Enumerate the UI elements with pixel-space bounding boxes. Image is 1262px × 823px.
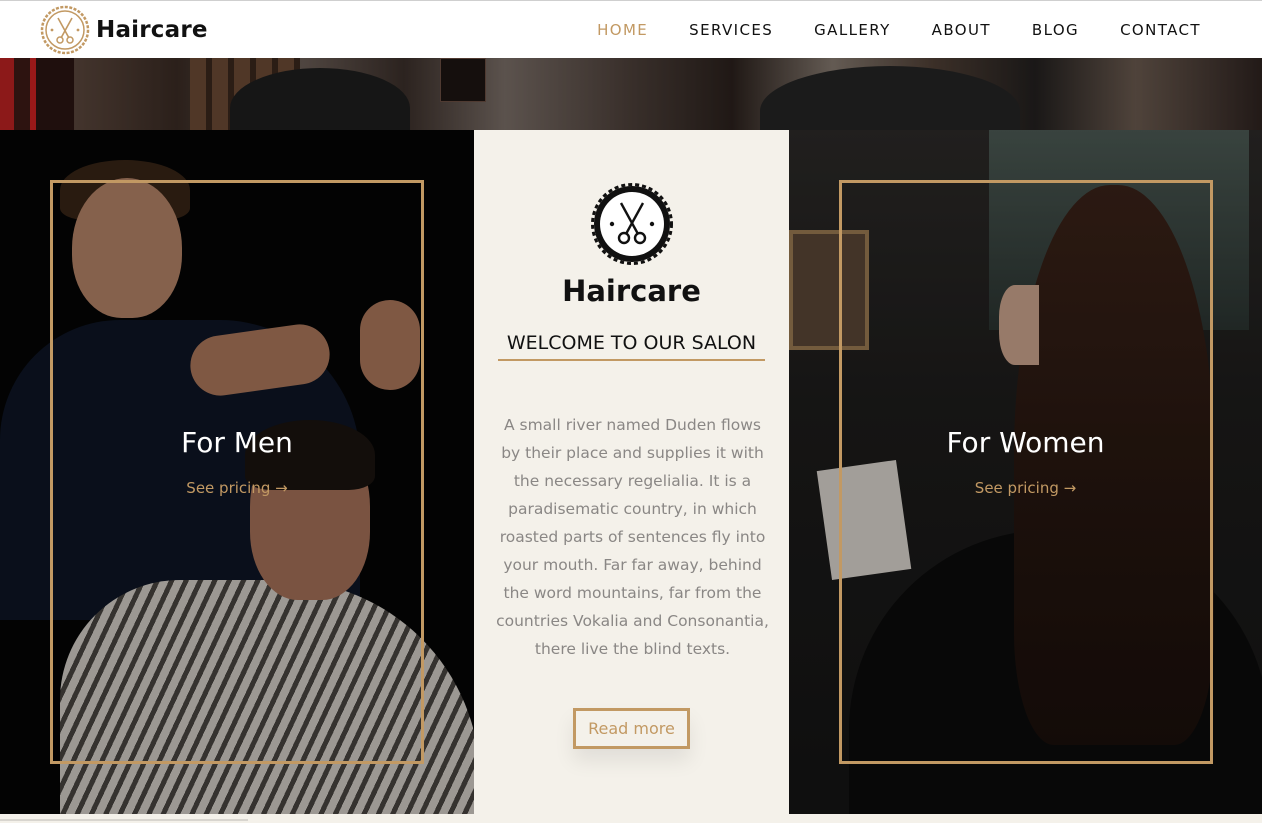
hero-image-strip bbox=[0, 58, 1262, 130]
men-title: For Men bbox=[181, 426, 293, 459]
men-service-card[interactable]: For Men See pricing → bbox=[0, 130, 474, 814]
women-title: For Women bbox=[946, 426, 1105, 459]
brand-link[interactable]: Haircare bbox=[40, 5, 208, 55]
card-frame bbox=[839, 180, 1213, 764]
women-service-card[interactable]: For Women See pricing → bbox=[789, 130, 1262, 814]
scissors-badge-icon bbox=[40, 5, 90, 55]
welcome-description: A small river named Duden flows by their… bbox=[496, 416, 769, 658]
nav-item-home[interactable]: HOME bbox=[597, 21, 648, 39]
divider bbox=[0, 819, 248, 821]
women-pricing-link[interactable]: See pricing → bbox=[789, 479, 1262, 497]
card-frame bbox=[50, 180, 424, 764]
nav-item-blog[interactable]: BLOG bbox=[1032, 21, 1079, 39]
welcome-panel: Haircare WELCOME TO OUR SALON A small ri… bbox=[474, 130, 789, 814]
nav-item-about[interactable]: ABOUT bbox=[932, 21, 991, 39]
brand-name: Haircare bbox=[96, 17, 208, 43]
read-more-button[interactable]: Read more bbox=[573, 708, 690, 749]
navbar: Haircare HOME SERVICES GALLERY ABOUT BLO… bbox=[0, 0, 1262, 58]
men-pricing-link[interactable]: See pricing → bbox=[0, 479, 474, 497]
scissors-badge-icon bbox=[591, 183, 673, 265]
nav-item-gallery[interactable]: GALLERY bbox=[814, 21, 891, 39]
welcome-heading: WELCOME TO OUR SALON bbox=[498, 332, 765, 361]
main-nav: HOME SERVICES GALLERY ABOUT BLOG CONTACT bbox=[556, 1, 1201, 59]
nav-item-contact[interactable]: CONTACT bbox=[1120, 21, 1201, 39]
image-overlay bbox=[0, 58, 1262, 130]
center-brand-name: Haircare bbox=[562, 274, 701, 308]
nav-item-services[interactable]: SERVICES bbox=[689, 21, 773, 39]
